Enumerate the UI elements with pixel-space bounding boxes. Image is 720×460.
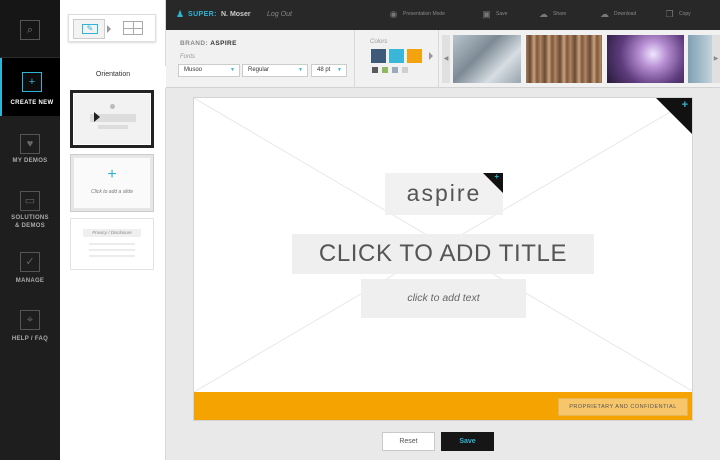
user-icon: ♟ (176, 9, 185, 19)
user-role: SUPER: (188, 11, 217, 18)
font-family-select[interactable]: Musoo ▼ (178, 64, 240, 77)
reset-button[interactable]: Reset (382, 432, 435, 451)
copy-icon: ❐ (665, 9, 674, 19)
thumbnail-text-bar (98, 125, 128, 129)
plus-icon: + (107, 166, 117, 183)
font-weight-select[interactable]: Regular ▼ (242, 64, 308, 77)
chevron-down-icon: ▼ (298, 67, 303, 73)
caret-right-icon (429, 52, 433, 60)
plus-icon: + (681, 99, 688, 111)
nav-item-help[interactable]: ⌖ HELP / FAQ (0, 296, 60, 354)
toolbar-divider (438, 30, 439, 88)
add-slide-button[interactable]: + Click to add a slide (70, 154, 154, 212)
chevron-down-icon: ▼ (337, 67, 342, 73)
orientation-label: Orientation (60, 66, 166, 88)
brand-name: ASPIRE (210, 40, 237, 47)
color-swatch-cyan[interactable] (389, 49, 404, 63)
plus-icon: + (494, 172, 501, 181)
color-swatch-green[interactable] (382, 67, 388, 73)
logo-placeholder[interactable]: aspire + (385, 172, 503, 215)
caret-right-icon (107, 25, 111, 33)
cloud-download-icon: ☁ (600, 9, 609, 19)
grid-layout-icon[interactable] (123, 21, 143, 35)
color-swatch-lightgray[interactable] (402, 67, 408, 73)
nav-item-label: HELP / FAQ (11, 336, 49, 342)
logo-text: aspire (406, 180, 482, 206)
action-label: Share (553, 11, 567, 17)
style-toolbar: BRAND: ASPIRE Fonts Musoo ▼ Regular ▼ 48… (166, 30, 720, 88)
nav-item-label: CREATE NEW (10, 100, 54, 106)
action-label: Download (614, 11, 637, 17)
chevron-down-icon: ▼ (230, 67, 235, 73)
font-weight-value: Regular (248, 67, 270, 73)
save-button[interactable]: Save (441, 432, 494, 451)
thumbnail-preview (73, 93, 151, 145)
slide-title-placeholder[interactable]: CLICK TO ADD TITLE (292, 234, 594, 274)
edit-icon: ✎ (82, 24, 98, 34)
font-size-value: 48 pt (317, 67, 331, 73)
slide-text-placeholder[interactable]: click to add text (361, 279, 526, 318)
top-bar: ♟ SUPER: N. Moser Log Out ◉ Presentation… (166, 0, 720, 30)
eye-icon: ◉ (389, 9, 398, 19)
thumbnail-logo-dot (110, 104, 115, 109)
color-swatch-gray[interactable] (372, 67, 378, 73)
logout-link[interactable]: Log Out (267, 11, 292, 18)
font-size-select[interactable]: 48 pt ▼ (311, 64, 347, 77)
colors-label: Colors (370, 39, 388, 45)
action-label: Presentation Mode (403, 11, 445, 17)
thumbnail-line (89, 255, 135, 257)
selected-slide-pointer (94, 112, 100, 122)
brand-prefix: BRAND: (180, 40, 209, 47)
cloud-upload-icon: ☁ (539, 9, 548, 19)
slide-canvas[interactable]: + aspire + CLICK TO ADD TITLE click to a… (193, 97, 693, 421)
monitor-icon: ▭ (20, 191, 40, 211)
nav-item-label: MANAGE (15, 278, 45, 284)
nav-item-label: SOLUTIONS (11, 215, 49, 221)
action-label: Save (496, 11, 508, 17)
layout-switcher[interactable]: ✎ (68, 14, 156, 42)
slide-thumbnail-title[interactable] (70, 90, 154, 148)
photo-thumb-clothes[interactable] (526, 35, 602, 83)
color-swatch-navy[interactable] (371, 49, 386, 63)
thumbnail-line (89, 243, 135, 245)
heart-icon: ♥ (20, 134, 40, 154)
lifebuoy-icon: ⌖ (20, 310, 40, 330)
nav-item-label: MY DEMOS (12, 158, 48, 164)
slide-thumbnail-disclosure[interactable]: Privacy / Disclosure (70, 218, 154, 270)
photo-thumb-partial[interactable] (688, 35, 712, 83)
disclosure-tag: Privacy / Disclosure (83, 229, 141, 237)
action-label: Copy (679, 11, 691, 17)
color-swatch-bluegray[interactable] (392, 67, 398, 73)
confidential-label[interactable]: PROPRIETARY AND CONFIDENTIAL (558, 398, 688, 416)
photo-thumb-car[interactable] (453, 35, 521, 83)
toolbar-divider (354, 30, 355, 88)
nav-search-button[interactable]: ⌕ (0, 0, 60, 58)
nav-item-manage[interactable]: ✓ MANAGE (0, 238, 60, 296)
user-name: N. Moser (221, 11, 251, 18)
add-slide-label: Click to add a slide (91, 189, 133, 195)
font-family-value: Musoo (184, 67, 203, 73)
slide-footer-bar: PROPRIETARY AND CONFIDENTIAL (194, 392, 692, 420)
nav-item-solutions[interactable]: ▭ SOLUTIONS & DEMOS (0, 177, 60, 235)
search-icon: ⌕ (20, 20, 40, 40)
photo-thumb-lights[interactable] (607, 35, 684, 83)
single-layout-button[interactable]: ✎ (73, 19, 105, 39)
save-icon: ▣ (482, 9, 491, 19)
plus-icon: + (22, 72, 42, 92)
nav-item-my-demos[interactable]: ♥ MY DEMOS (0, 120, 60, 178)
slide-panel: ✎ Orientation + Click to add a slide Pri… (60, 0, 166, 460)
fonts-label: Fonts (180, 54, 196, 60)
main-nav: ⌕ + CREATE NEW ♥ MY DEMOS ▭ SOLUTIONS & … (0, 0, 60, 460)
check-icon: ✓ (20, 252, 40, 272)
photos-prev-button[interactable]: ◀ (442, 35, 450, 83)
thumbnail-line (89, 249, 135, 251)
nav-item-create-new[interactable]: + CREATE NEW (0, 58, 60, 116)
photos-next-button[interactable]: ▶ (712, 35, 720, 83)
color-swatch-orange[interactable] (407, 49, 422, 63)
nav-item-label-line2: & DEMOS (14, 223, 46, 229)
brand-label: BRAND: ASPIRE (180, 40, 237, 47)
